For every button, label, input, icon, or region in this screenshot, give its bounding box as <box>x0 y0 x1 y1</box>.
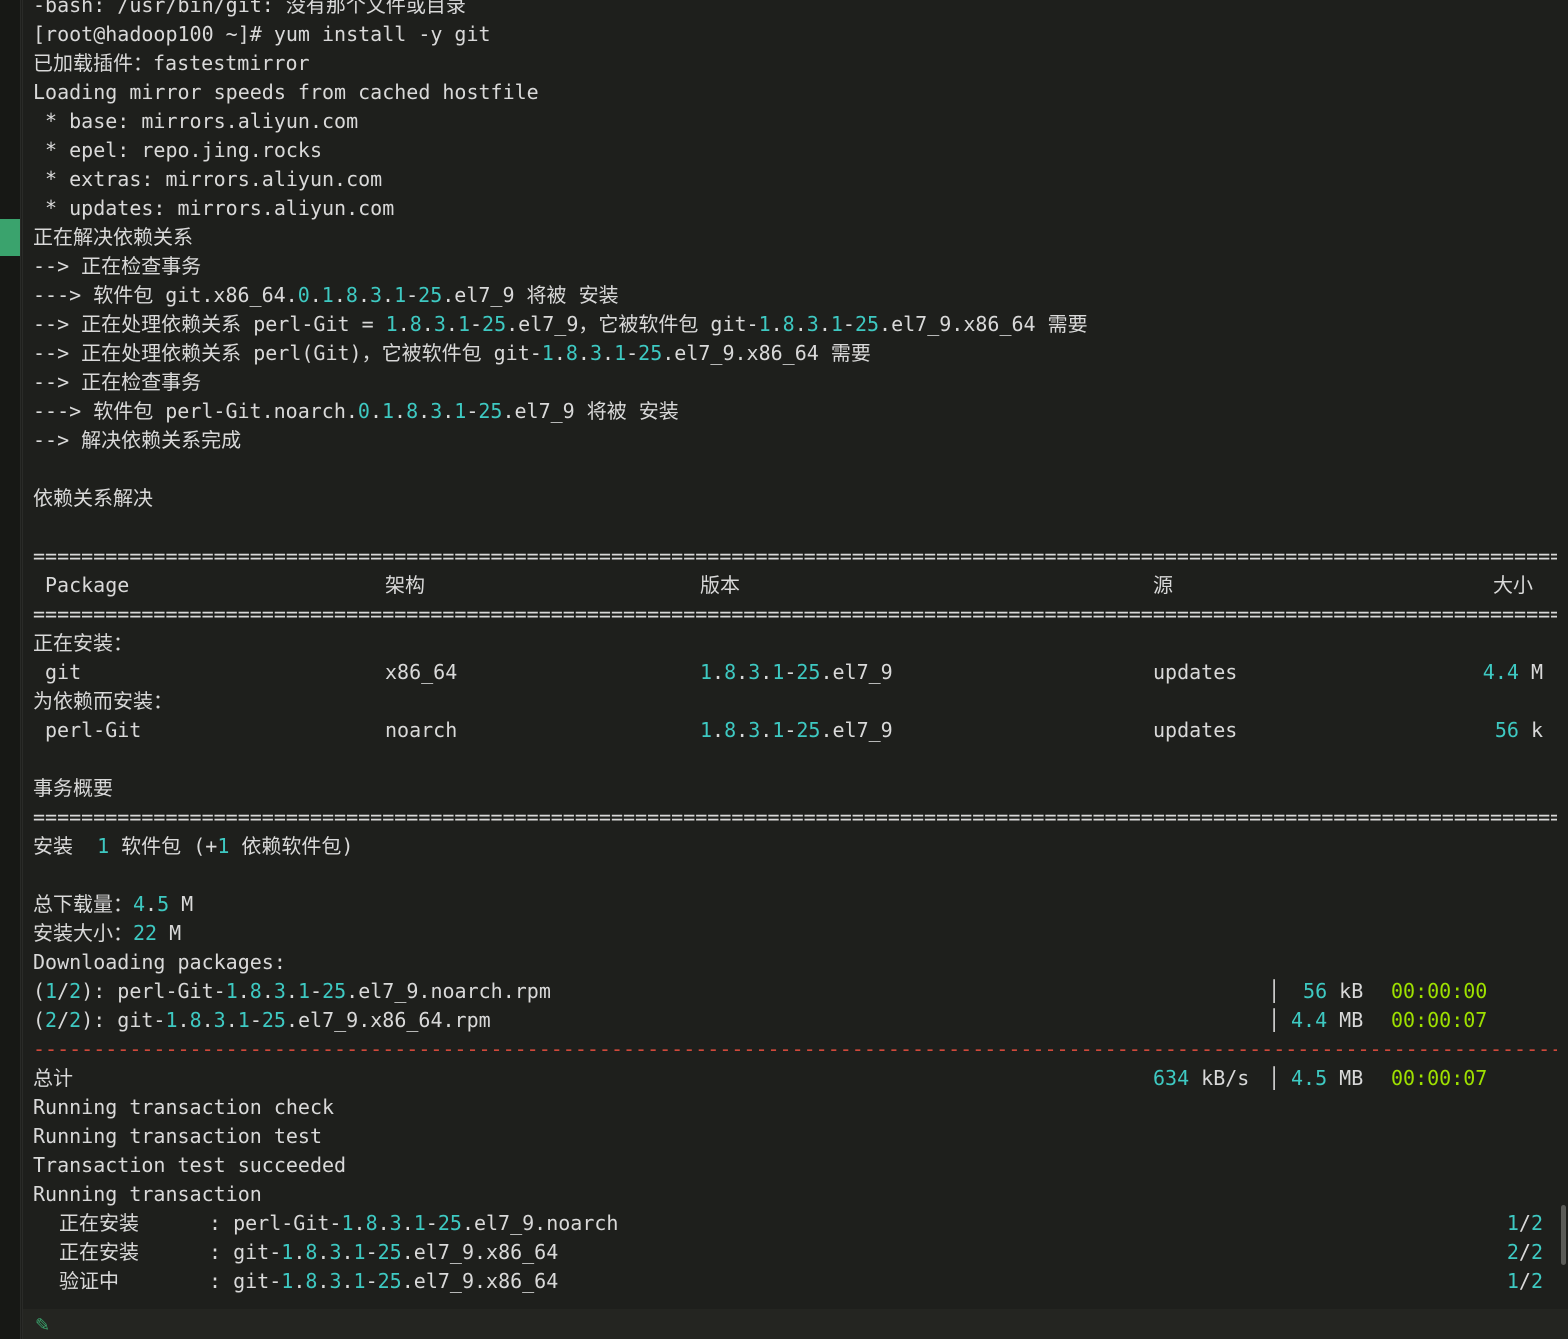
download-row: (2/2): git-1.8.3.1-25.el7_9.x86_64.rpm │ 4… <box>33 1006 1557 1035</box>
total-label: 总计 <box>33 1066 73 1090</box>
col-package: Package <box>45 573 130 597</box>
step-progress: 1/2 <box>1506 1269 1543 1293</box>
terminal-line: 正在解决依赖关系 <box>33 225 193 249</box>
downloading: Downloading packages: <box>33 950 286 974</box>
total-row: 总计 634 kB/s │ 4.5 MB 00:00:07 <box>33 1064 1557 1093</box>
terminal-line: --> 解决依赖关系完成 <box>33 428 242 452</box>
terminal-line: * updates: mirrors.aliyun.com <box>33 196 395 220</box>
terminal-line: [root@hadoop100 ~]# yum install -y git <box>33 22 491 46</box>
step-action: 正在安装 <box>59 1211 139 1235</box>
col-repo: 源 <box>1153 573 1173 597</box>
step-package: : git-1.8.3.1-25.el7_9.x86_64 <box>209 1269 559 1293</box>
terminal-line: Running transaction test <box>33 1124 322 1148</box>
pkg-version: 1.8.3.1-25.el7_9 <box>700 660 893 684</box>
col-version: 版本 <box>700 573 740 597</box>
rule-header: ========================================… <box>33 602 1557 626</box>
table-row: perl-Git noarch 1.8.3.1-25.el7_9 updates 56 … <box>33 716 1557 745</box>
transaction-step: 正在安装 : git-1.8.3.1-25.el7_9.x86_64 2/2 <box>33 1238 1557 1267</box>
table-row: git x86_64 1.8.3.1-25.el7_9 updates 4.4 M <box>33 658 1557 687</box>
download-size: 4.4 MB <box>1291 1008 1364 1032</box>
terminal-line: Running transaction <box>33 1182 262 1206</box>
install-size: 安装大小：22 M <box>33 921 182 945</box>
step-package: : perl-Git-1.8.3.1-25.el7_9.noarch <box>209 1211 619 1235</box>
terminal-line: Loading mirror speeds from cached hostfi… <box>33 80 539 104</box>
blank <box>33 745 1557 774</box>
download-sep: │ <box>1268 1008 1281 1032</box>
pkg-size: 56 k <box>1494 718 1543 742</box>
summary-title: 事务概要 <box>33 776 113 800</box>
terminal-line: Transaction test succeeded <box>33 1153 347 1177</box>
step-action: 验证中 <box>59 1269 119 1293</box>
rule-top: ========================================… <box>33 544 1557 568</box>
step-action: 正在安装 <box>59 1240 139 1264</box>
download-name: (1/2): perl-Git-1.8.3.1-25.el7_9.noarch.… <box>33 979 551 1003</box>
terminal-line: -bash: /usr/bin/git: 没有那个文件或目录 <box>33 0 466 17</box>
download-size: 56 kB <box>1303 979 1364 1003</box>
col-arch: 架构 <box>385 573 425 597</box>
total-sep: │ <box>1268 1066 1281 1090</box>
download-name: (2/2): git-1.8.3.1-25.el7_9.x86_64.rpm <box>33 1008 491 1032</box>
terminal-line: --> 正在检查事务 <box>33 254 202 278</box>
pkg-repo: updates <box>1153 718 1238 742</box>
summary-line: 安装 1 软件包 (+1 依赖软件包) <box>33 834 354 858</box>
terminal-line: Running transaction check <box>33 1095 335 1119</box>
table-header: Package 架构 版本 源 大小 <box>33 571 1557 600</box>
gutter-marker <box>0 219 20 256</box>
rule-red: ----------------------------------------… <box>33 1037 1557 1061</box>
scrollbar-thumb[interactable] <box>1561 1205 1566 1265</box>
total-time: 00:00:07 <box>1391 1066 1488 1090</box>
pkg-name: git <box>45 660 82 684</box>
terminal-line: * extras: mirrors.aliyun.com <box>33 167 383 191</box>
pkg-version: 1.8.3.1-25.el7_9 <box>700 718 893 742</box>
download-row: (1/2): perl-Git-1.8.3.1-25.el7_9.noarch.… <box>33 977 1557 1006</box>
terminal-line: * base: mirrors.aliyun.com <box>33 109 359 133</box>
left-gutter <box>0 0 21 1339</box>
gutter-divider <box>22 0 23 1339</box>
download-time: 00:00:07 <box>1391 1008 1488 1032</box>
step-package: : git-1.8.3.1-25.el7_9.x86_64 <box>209 1240 559 1264</box>
pen-icon[interactable]: ✎ <box>35 1315 50 1336</box>
total-speed: 634 kB/s <box>1153 1066 1250 1090</box>
transaction-step: 正在安装 : perl-Git-1.8.3.1-25.el7_9.noarch 1/… <box>33 1209 1557 1238</box>
pkg-arch: noarch <box>385 718 458 742</box>
total-size: 4.5 MB <box>1291 1066 1364 1090</box>
bottom-status-bar: ✎ <box>23 1309 1568 1339</box>
terminal-output[interactable]: -bash: /usr/bin/git: 没有那个文件或目录 [root@hado… <box>33 0 1557 1296</box>
terminal-line: --> 正在处理依赖关系 perl-Git = 1.8.3.1-25.el7_9… <box>33 312 1088 336</box>
terminal-line: * epel: repo.jing.rocks <box>33 138 322 162</box>
col-size: 大小 <box>1493 573 1533 597</box>
rule-summary: ========================================… <box>33 805 1557 829</box>
terminal-line: --> 正在处理依赖关系 perl(Git)，它被软件包 git-1.8.3.1… <box>33 341 871 365</box>
total-download: 总下载量：4.5 M <box>33 892 194 916</box>
download-time: 00:00:00 <box>1391 979 1488 1003</box>
pkg-size: 4.4 M <box>1482 660 1543 684</box>
pkg-arch: x86_64 <box>385 660 458 684</box>
terminal-line: 依赖关系解决 <box>33 486 153 510</box>
download-sep: │ <box>1268 979 1281 1003</box>
installing-label: 正在安装： <box>33 631 133 655</box>
step-progress: 2/2 <box>1506 1240 1543 1264</box>
terminal-line: ---> 软件包 git.x86_64.0.1.8.3.1-25.el7_9 将… <box>33 283 619 307</box>
pkg-name: perl-Git <box>45 718 142 742</box>
dep-label: 为依赖而安装： <box>33 689 173 713</box>
terminal-line: 已加载插件：fastestmirror <box>33 51 310 75</box>
terminal-line: ---> 软件包 perl-Git.noarch.0.1.8.3.1-25.el… <box>33 399 679 423</box>
step-progress: 1/2 <box>1506 1211 1543 1235</box>
terminal-line: --> 正在检查事务 <box>33 370 202 394</box>
pkg-repo: updates <box>1153 660 1238 684</box>
transaction-step: 验证中 : git-1.8.3.1-25.el7_9.x86_64 1/2 <box>33 1267 1557 1296</box>
blank <box>33 861 1557 890</box>
